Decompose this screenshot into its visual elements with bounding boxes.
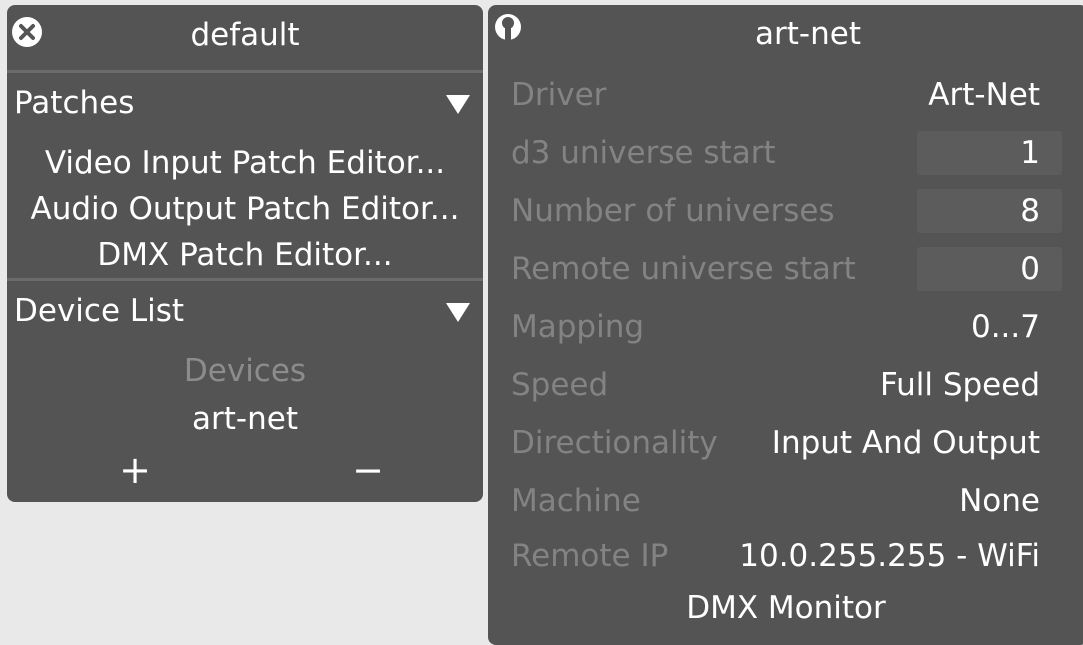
property-label: Remote universe start bbox=[511, 251, 856, 287]
property-row-directionality: Directionality Input And Output bbox=[488, 418, 1083, 468]
divider bbox=[7, 70, 483, 73]
divider bbox=[7, 278, 483, 281]
property-value[interactable]: Input And Output bbox=[772, 423, 1040, 463]
property-label: d3 universe start bbox=[511, 135, 776, 171]
property-label: Speed bbox=[511, 367, 609, 403]
property-value[interactable]: None bbox=[959, 481, 1040, 521]
value-input-box[interactable] bbox=[917, 189, 1062, 233]
property-value[interactable]: 0...7 bbox=[971, 307, 1040, 347]
collapse-triangle-icon[interactable] bbox=[446, 303, 470, 322]
property-value[interactable]: 1 bbox=[1020, 133, 1040, 173]
panel-title: art-net bbox=[755, 16, 861, 52]
video-input-patch-editor-item[interactable]: Video Input Patch Editor... bbox=[7, 143, 483, 183]
device-list-item[interactable]: art-net bbox=[7, 399, 483, 439]
property-row-number-of-universes: Number of universes 8 bbox=[488, 186, 1083, 236]
property-row-machine: Machine None bbox=[488, 476, 1083, 526]
property-value[interactable]: 10.0.255.255 - WiFi bbox=[739, 536, 1040, 576]
property-value[interactable]: Art-Net bbox=[928, 75, 1040, 115]
property-row-d3-universe-start: d3 universe start 1 bbox=[488, 128, 1083, 178]
property-row-driver: Driver Art-Net bbox=[488, 70, 1083, 120]
devices-heading: Devices bbox=[183, 353, 307, 389]
collapse-triangle-icon[interactable] bbox=[446, 95, 470, 114]
property-label: Number of universes bbox=[511, 193, 835, 229]
property-row-speed: Speed Full Speed bbox=[488, 360, 1083, 410]
property-row-remote-universe-start: Remote universe start 0 bbox=[488, 244, 1083, 294]
audio-output-patch-editor-item[interactable]: Audio Output Patch Editor... bbox=[7, 189, 483, 229]
add-device-button[interactable]: + bbox=[110, 448, 160, 492]
property-row-remote-ip: Remote IP 10.0.255.255 - WiFi bbox=[488, 531, 1083, 581]
patches-section-header[interactable]: Patches bbox=[7, 81, 483, 125]
value-input-box[interactable] bbox=[917, 247, 1062, 291]
device-list-label: Device List bbox=[14, 293, 185, 329]
property-value[interactable]: Full Speed bbox=[880, 365, 1040, 405]
dmx-monitor-button[interactable]: DMX Monitor bbox=[486, 588, 1083, 628]
device-list-section-header[interactable]: Device List bbox=[7, 289, 483, 333]
art-net-panel: art-net Driver Art-Net d3 universe start… bbox=[488, 5, 1083, 645]
property-label: Machine bbox=[511, 483, 641, 519]
property-label: Driver bbox=[511, 77, 607, 113]
panel-title: default bbox=[190, 17, 300, 53]
property-row-mapping: Mapping 0...7 bbox=[488, 302, 1083, 352]
patches-label: Patches bbox=[14, 85, 135, 121]
default-panel: default Patches Video Input Patch Editor… bbox=[7, 5, 483, 502]
property-label: Remote IP bbox=[511, 538, 669, 574]
value-input-box[interactable] bbox=[917, 131, 1062, 175]
dmx-patch-editor-item[interactable]: DMX Patch Editor... bbox=[7, 235, 483, 275]
remove-device-button[interactable]: − bbox=[343, 448, 393, 492]
property-value[interactable]: 8 bbox=[1020, 191, 1040, 231]
property-value[interactable]: 0 bbox=[1020, 249, 1040, 289]
property-label: Directionality bbox=[511, 425, 718, 461]
property-label: Mapping bbox=[511, 309, 645, 345]
